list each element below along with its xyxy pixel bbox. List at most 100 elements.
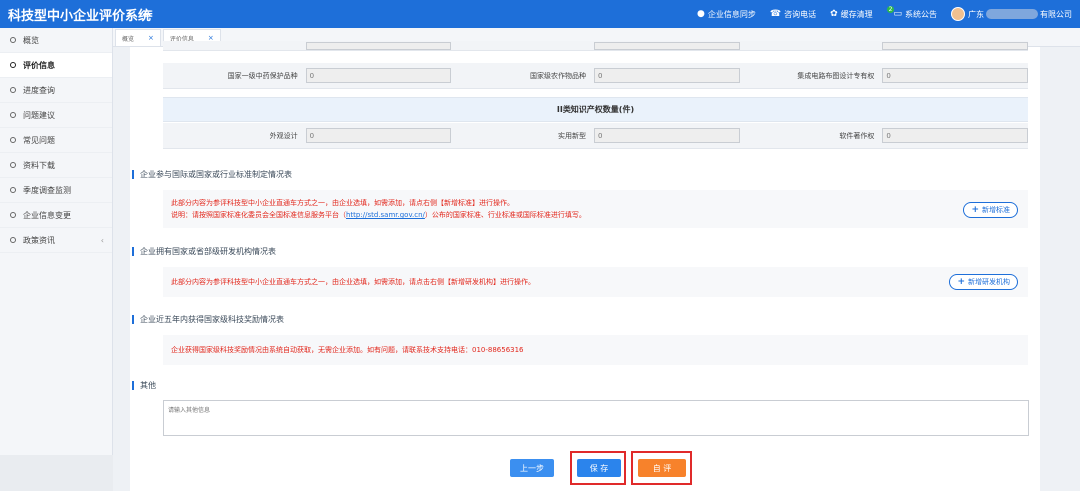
circle-icon	[10, 212, 16, 218]
section-marker	[132, 381, 134, 390]
circle-icon	[10, 87, 16, 93]
sidebar-item-label: 资料下载	[23, 160, 55, 170]
right-gutter	[1040, 47, 1080, 491]
notice-line: 此部分内容为参评科技型中小企业直通车方式之一，由企业选填，如需添加，请点右侧【新…	[171, 199, 514, 207]
consult-phone-link[interactable]: ☎ 咨询电话	[770, 9, 816, 20]
tcm-protection-field: 0	[305, 68, 452, 83]
cell-label: 国家一级中药保护品种	[227, 71, 298, 80]
readonly-field	[305, 41, 452, 50]
save-button[interactable]: 保 存	[577, 459, 621, 477]
sidebar-item-faq[interactable]: 常见问题	[0, 128, 112, 153]
other-info-textarea[interactable]	[163, 400, 1029, 436]
readonly-field	[594, 41, 740, 50]
sync-label: 企业信息同步	[707, 9, 756, 19]
sidebar-item-downloads[interactable]: 资料下载	[0, 153, 112, 178]
readonly-field	[882, 41, 1028, 50]
sidebar-item-label: 政策资讯	[23, 235, 55, 245]
sidebar-item-policy-news[interactable]: 政策资讯 ‹	[0, 228, 112, 253]
section-title-text: 企业拥有国家或省部级研发机构情况表	[140, 247, 276, 256]
app-title: 科技型中小企业评价系统	[8, 8, 152, 24]
utility-model-field: 0	[594, 128, 740, 143]
sidebar-item-label: 季度调查监测	[23, 185, 71, 195]
cache-clear-link[interactable]: ✿ 缓存清理	[830, 9, 873, 20]
sidebar-item-label: 常见问题	[23, 135, 55, 145]
notice-label: 系统公告	[905, 9, 937, 19]
notice-text: 说明：请按照国家标准化委员会全国标准信息服务平台（	[171, 211, 346, 219]
notice-badge: 2	[886, 5, 895, 13]
section-title-text: 企业近五年内获得国家级科技奖励情况表	[140, 315, 284, 324]
cell-label: 国家级农作物品种	[530, 71, 586, 80]
cache-label: 缓存清理	[840, 9, 873, 19]
rnd-section-title: 企业拥有国家或省部级研发机构情况表	[132, 246, 276, 257]
main-content: 国家一级中药保护品种 0 国家级农作物品种 0 集成电路布图设计专有权 0 II…	[130, 41, 1040, 491]
refresh-icon: ✿	[830, 9, 838, 19]
system-notice-link[interactable]: 2 ▭ 系统公告	[886, 5, 937, 20]
sidebar: 概览 评价信息 进度查询 问题建议 常见问题 资料下载 季度调查监测 企业信息变…	[0, 28, 113, 491]
ip-class2-heading: II类知识产权数量(件)	[163, 97, 1028, 122]
company-suffix: 有限公司	[1040, 9, 1072, 19]
std-platform-link[interactable]: http://std.samr.gov.cn/	[346, 211, 425, 219]
circle-icon	[10, 112, 16, 118]
company-name: 广东 有限公司	[968, 9, 1072, 20]
sidebar-item-progress[interactable]: 进度查询	[0, 78, 112, 103]
chevron-left-icon: ‹	[100, 235, 104, 245]
hamburger-icon[interactable]: ≡	[142, 6, 154, 22]
cell-label: 集成电路布图设计专有权	[797, 71, 875, 80]
phone-icon: ☎	[769, 9, 782, 19]
notice-line: 此部分内容为参评科技型中小企业直通车方式之一，由企业选填，如需添加，请点击右侧【…	[171, 278, 535, 286]
add-rnd-institution-button[interactable]: + 新增研发机构	[949, 274, 1018, 290]
sidebar-item-overview[interactable]: 概览	[0, 28, 112, 53]
notice-icon: ▭	[893, 9, 902, 19]
close-icon[interactable]: ×	[148, 34, 154, 42]
sidebar-item-feedback[interactable]: 问题建议	[0, 103, 112, 128]
section-title-text: 其他	[140, 381, 156, 390]
notice-line: 企业获得国家级科技奖励情况由系统自动获取，无需企业添加。如有问题，请联系技术支持…	[171, 346, 524, 354]
phone-label: 咨询电话	[784, 9, 817, 19]
section-marker	[132, 247, 134, 256]
cell-label: 软件著作权	[839, 131, 875, 140]
button-label: 新增标准	[982, 206, 1010, 214]
standards-section-title: 企业参与国际或国家或行业标准制定情况表	[132, 169, 292, 180]
sync-company-info-link[interactable]: ● 企业信息同步	[697, 9, 756, 20]
section-title-text: 企业参与国际或国家或行业标准制定情况表	[140, 170, 292, 179]
rnd-notice: 此部分内容为参评科技型中小企业直通车方式之一，由企业选填，如需添加，请点击右侧【…	[163, 267, 1028, 297]
plus-icon: +	[971, 205, 979, 215]
prev-step-button[interactable]: 上一步	[510, 459, 554, 477]
sidebar-item-label: 企业信息变更	[23, 210, 71, 220]
table-row: 国家一级中药保护品种 0 国家级农作物品种 0 集成电路布图设计专有权 0	[163, 63, 1028, 89]
circle-icon	[10, 237, 16, 243]
other-section-title: 其他	[132, 380, 156, 391]
sidebar-item-label: 评价信息	[23, 60, 55, 70]
cell-label: 外观设计	[269, 131, 298, 140]
awards-notice: 企业获得国家级科技奖励情况由系统自动获取，无需企业添加。如有问题，请联系技术支持…	[163, 335, 1028, 365]
circle-icon	[10, 137, 16, 143]
sidebar-item-quarterly-survey[interactable]: 季度调查监测	[0, 178, 112, 203]
tab-overview[interactable]: 概览 ×	[115, 29, 161, 46]
crop-variety-field: 0	[594, 68, 740, 83]
section-marker	[132, 315, 134, 324]
standards-notice: 此部分内容为参评科技型中小企业直通车方式之一，由企业选填，如需添加，请点右侧【新…	[163, 190, 1028, 228]
awards-section-title: 企业近五年内获得国家级科技奖励情况表	[132, 314, 284, 325]
circle-icon	[10, 37, 16, 43]
tab-label: 概览	[122, 35, 135, 43]
software-copyright-field: 0	[882, 128, 1028, 143]
design-patent-field: 0	[305, 128, 452, 143]
table-row: 外观设计 0 实用新型 0 软件著作权 0	[163, 123, 1028, 149]
sidebar-item-evaluation-info[interactable]: 评价信息	[0, 53, 112, 78]
sidebar-item-company-change[interactable]: 企业信息变更	[0, 203, 112, 228]
user-icon: ●	[697, 9, 705, 19]
table-row	[163, 41, 1028, 51]
ic-layout-field: 0	[882, 68, 1028, 83]
cell-label: 实用新型	[558, 131, 586, 140]
sidebar-footer	[0, 455, 113, 491]
plus-icon: +	[957, 277, 965, 287]
user-menu[interactable]: 广东 有限公司	[951, 7, 1072, 21]
section-marker	[132, 170, 134, 179]
add-standard-button[interactable]: + 新增标准	[963, 202, 1018, 218]
sidebar-item-label: 问题建议	[23, 110, 55, 120]
circle-icon	[10, 62, 16, 68]
company-prefix: 广东	[968, 9, 984, 19]
circle-icon	[10, 162, 16, 168]
button-label: 新增研发机构	[968, 278, 1010, 286]
self-evaluate-button[interactable]: 自 评	[638, 459, 686, 477]
